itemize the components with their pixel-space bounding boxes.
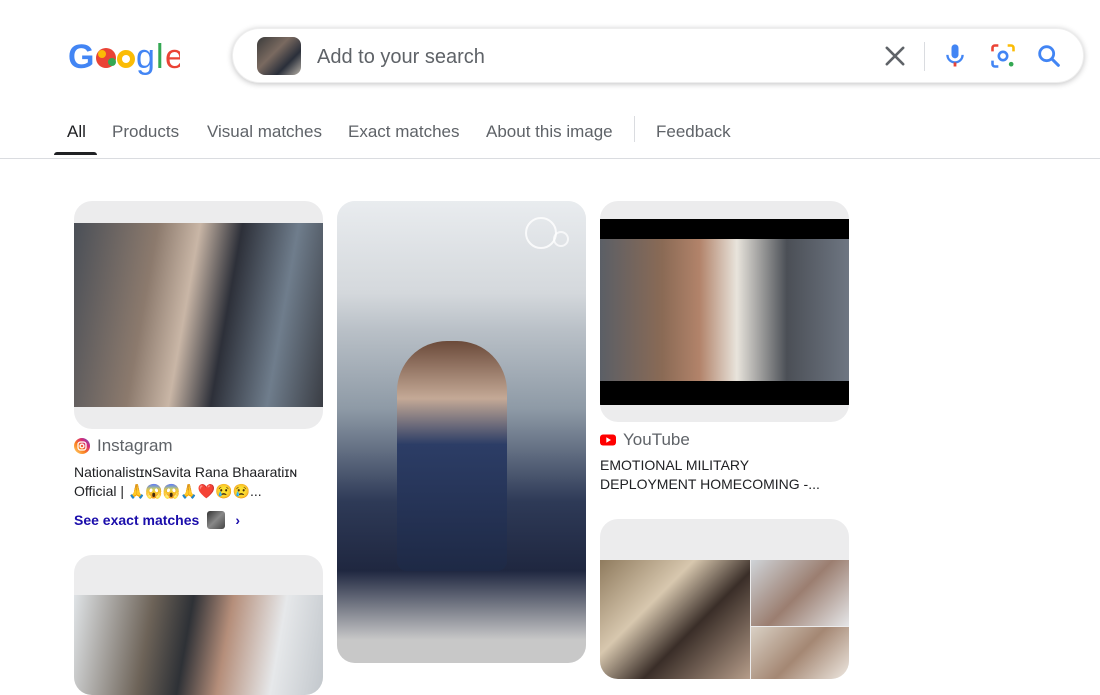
search-image-thumbnail[interactable] (257, 37, 301, 75)
result-card[interactable] (600, 519, 849, 679)
magnifier-icon[interactable] (1035, 42, 1063, 70)
tab-products[interactable]: Products (112, 122, 179, 142)
tab-visual-matches[interactable]: Visual matches (207, 122, 322, 142)
filter-tabs: All Products Visual matches Exact matche… (0, 108, 1100, 159)
instagram-icon (74, 438, 90, 454)
search-input[interactable] (315, 29, 839, 86)
google-logo[interactable]: G g l e (68, 36, 180, 76)
svg-text:G: G (68, 38, 94, 76)
result-image[interactable] (337, 201, 586, 663)
chevron-right-icon: › (235, 512, 240, 528)
result-source-name: Instagram (97, 436, 173, 455)
result-card-youtube[interactable] (600, 201, 849, 422)
see-exact-matches-link[interactable]: See exact matches › (74, 511, 240, 529)
collage-tile (751, 560, 849, 626)
result-card[interactable] (74, 555, 323, 695)
search-box[interactable] (232, 28, 1084, 86)
watermark-logo (525, 217, 569, 249)
result-source: Instagram (74, 436, 173, 456)
collage-tile (751, 627, 849, 679)
result-image[interactable] (74, 595, 323, 695)
result-source-name: YouTube (623, 430, 690, 449)
people-figure (397, 341, 507, 571)
result-title[interactable]: NationalistɪɴSavita Rana Bhaaratiɪɴ Offi… (74, 463, 324, 501)
svg-text:l: l (156, 38, 164, 76)
result-source: YouTube (600, 430, 690, 450)
result-card[interactable] (337, 201, 586, 663)
result-image[interactable] (600, 219, 849, 405)
result-card-instagram[interactable] (74, 201, 323, 429)
tab-all[interactable]: All (67, 122, 86, 142)
lens-camera-icon[interactable] (989, 42, 1017, 70)
result-title[interactable]: EMOTIONAL MILITARY DEPLOYMENT HOMECOMING… (600, 456, 840, 494)
close-icon[interactable] (881, 42, 909, 70)
exact-match-thumbnail (207, 511, 226, 529)
search-divider (924, 42, 925, 71)
video-frame (600, 239, 849, 381)
youtube-icon (600, 434, 616, 446)
result-image[interactable] (600, 560, 849, 679)
microphone-icon[interactable] (941, 42, 969, 70)
tabs-divider (634, 116, 635, 142)
svg-text:e: e (165, 38, 180, 76)
result-image[interactable] (74, 223, 323, 407)
see-exact-matches-label: See exact matches (74, 512, 200, 528)
svg-text:g: g (136, 38, 155, 76)
tab-feedback[interactable]: Feedback (656, 122, 731, 142)
collage-tile (600, 560, 750, 679)
tab-exact-matches[interactable]: Exact matches (348, 122, 460, 142)
active-tab-indicator (54, 152, 97, 155)
tab-about-this-image[interactable]: About this image (486, 122, 613, 142)
